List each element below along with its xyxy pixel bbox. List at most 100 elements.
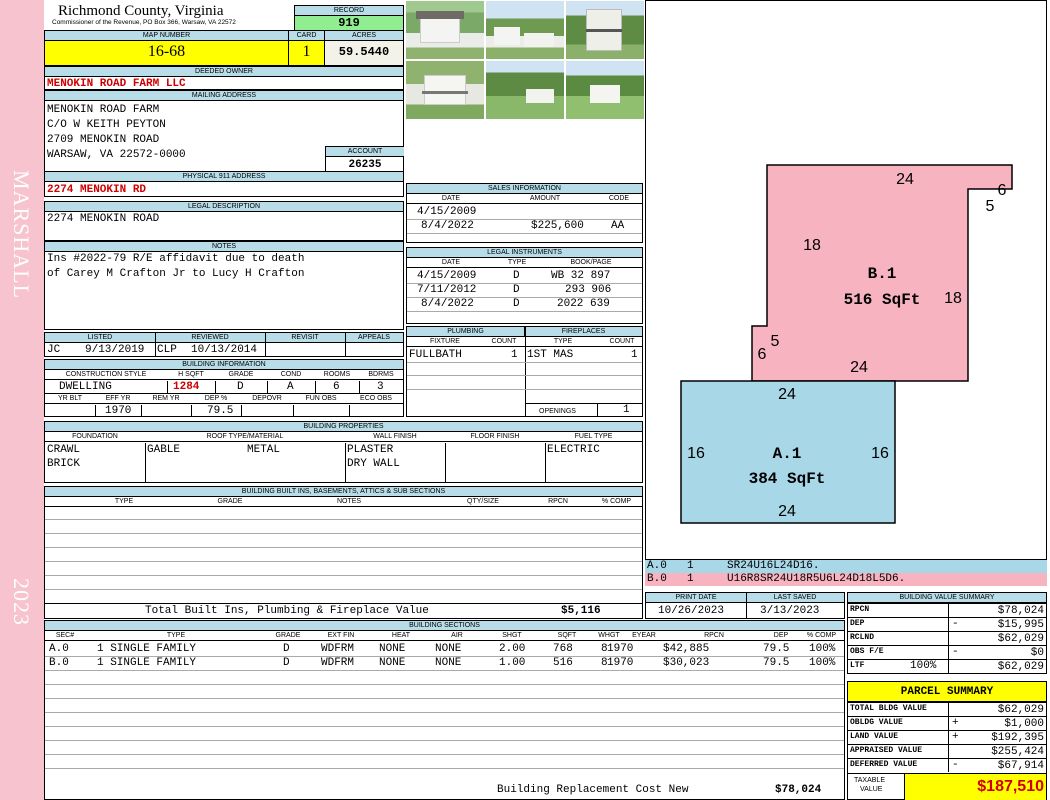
instruments-header: DATE TYPE BOOK/PAGE [407, 258, 642, 268]
fireplace-count: 1 [631, 349, 638, 361]
mailing-address-label: MAILING ADDRESS [45, 91, 403, 101]
section-air: NONE [435, 657, 462, 669]
built-ins-total-value: $5,116 [561, 605, 601, 617]
house-photo-3[interactable] [566, 1, 644, 59]
section-grade: D [283, 643, 290, 655]
county-header: Richmond County, Virginia Commissioner o… [44, 0, 294, 30]
sales-amount: $225,600 [531, 220, 584, 232]
fireplace-type: 1ST MAS [527, 349, 574, 361]
section-rpcn: $30,023 [663, 657, 710, 669]
bldg-col: BDRMS [368, 371, 394, 378]
review-col: REVIEWED [191, 334, 229, 341]
section-type: 1 SINGLE FAMILY [97, 657, 197, 669]
building-sections-label: BUILDING SECTIONS [45, 621, 844, 631]
parcel-row: DEFERRED VALUE - $67,914 [848, 758, 1046, 772]
deeded-owner: MENOKIN ROAD FARM LLC [47, 78, 186, 90]
mailing-line: WARSAW, VA 22572-0000 [47, 149, 186, 161]
bldg-col: GRADE [228, 371, 254, 378]
built-ins-total: Total Built Ins, Plumbing & Fireplace Va… [45, 603, 642, 618]
mailing-address-box: MAILING ADDRESS MENOKIN ROAD FARM C/O W … [44, 90, 404, 172]
roof-type: GABLE [147, 444, 181, 456]
section-sec: A.0 [49, 643, 69, 655]
section-col: AIR [451, 632, 463, 639]
print-dates: PRINT DATE LAST SAVED 10/26/2023 3/13/20… [645, 592, 845, 619]
openings-count: 1 [623, 404, 630, 416]
legal-description-label: LEGAL DESCRIPTION [45, 202, 403, 212]
parcel-value: $192,395 [991, 732, 1044, 744]
sales-col: DATE [441, 195, 461, 202]
last-saved-label: LAST SAVED [773, 594, 817, 601]
construction-style: DWELLING [59, 381, 112, 393]
mailing-line: 2709 MENOKIN ROAD [47, 134, 160, 146]
section-col: WHGT [598, 632, 620, 639]
house-photo-5[interactable] [486, 61, 564, 119]
builtin-col: GRADE [217, 498, 243, 505]
sketch-dim: 24 [778, 386, 796, 403]
section-col: TYPE [166, 632, 186, 639]
bvs-key: DEP [850, 619, 865, 628]
reviewed-date: 10/13/2014 [191, 344, 258, 356]
section-shgt: 1.00 [499, 657, 526, 669]
house-photo-1[interactable] [406, 1, 484, 59]
notes-line: of Carey M Crafton Jr to Lucy H Crafton [47, 268, 305, 280]
building-sketch: 24 6 5 18 18 5 6 24 B.1 516 SqFt 24 16 1… [645, 0, 1047, 560]
house-photo-6[interactable] [566, 61, 644, 119]
section-col: % COMP [806, 632, 837, 639]
card-cell: CARD 1 [289, 31, 325, 65]
record-box: RECORD 919 [294, 5, 404, 30]
effective-year: 1970 [105, 405, 132, 417]
plumbing-fixture: FULLBATH [409, 349, 462, 361]
instruments-col: TYPE [507, 259, 527, 266]
district-label: MARSHALL [9, 170, 34, 300]
prop-col: ROOF TYPE/MATERIAL [206, 433, 284, 440]
section-eyear: 1970 [607, 643, 634, 655]
house-photo-4[interactable] [406, 61, 484, 119]
building-value-summary: BUILDING VALUE SUMMARY RPCN $78,024 DEP - $1… [847, 592, 1047, 674]
side-banner: MARSHALL 2023 [0, 0, 44, 800]
sales-date: 8/4/2022 [421, 220, 474, 232]
reviewed-by: CLP [157, 344, 177, 356]
instrument-type: D [513, 284, 520, 296]
heated-sqft: 1284 [173, 381, 200, 393]
review-col: APPEALS [358, 334, 390, 341]
wall-finish: DRY WALL [347, 458, 400, 470]
bldg-col: EFF YR [105, 395, 131, 402]
parcel-row: OBLDG VALUE + $1,000 [848, 716, 1046, 730]
building-properties-label: BUILDING PROPERTIES [45, 422, 642, 432]
map-number-cell: MAP NUMBER 16-68 [45, 31, 289, 65]
parcel-key: TOTAL BLDG VALUE [850, 704, 927, 713]
rooms: 6 [333, 381, 340, 393]
sketch-code-text: SR24U16L24D16. [727, 560, 820, 572]
physical-address-box: PHYSICAL 911 ADDRESS 2274 MENOKIN RD [44, 171, 404, 197]
section-ext: WDFRM [321, 657, 355, 669]
sales-date: 4/15/2009 [417, 206, 477, 218]
builtin-col: QTY/SIZE [467, 498, 499, 505]
plumbing-col: COUNT [491, 338, 517, 345]
parcel-key: APPRAISED VALUE [850, 746, 923, 755]
listed-by: JC [47, 344, 61, 356]
review-col: LISTED [87, 334, 113, 341]
section-sqft: 516 [553, 657, 573, 669]
section-col: EYEAR [632, 632, 656, 639]
house-photo-2[interactable] [486, 1, 564, 59]
sales-information: SALES INFORMATION DATE AMOUNT CODE 4/15/… [406, 183, 643, 243]
roof-material: METAL [247, 444, 281, 456]
sales-col: AMOUNT [529, 195, 561, 202]
sketch-code-n: 1 [687, 560, 694, 572]
section-col: EXT FIN [327, 632, 355, 639]
depreciation: 79.5 [207, 405, 234, 417]
acres-value: 59.5440 [338, 45, 390, 59]
bvs-key: OBS F/E [850, 647, 884, 656]
sketch-dim: 6 [758, 346, 767, 363]
section-rpcn: $42,885 [663, 643, 710, 655]
foundation: BRICK [47, 458, 81, 470]
physical-address-label: PHYSICAL 911 ADDRESS [45, 172, 403, 182]
building-info-header-2: YR BLT EFF YR REM YR DEP % DEPOVR FUN OB… [45, 394, 403, 404]
bvs-key: RPCN [850, 605, 870, 614]
review-box: LISTED REVIEWED REVISIT APPEALS JC 9/13/… [44, 332, 404, 357]
sketch-code-sec: A.0 [647, 560, 667, 572]
bvs-value: $62,029 [997, 633, 1044, 645]
section-col: DEP [773, 632, 789, 639]
builtin-col: NOTES [336, 498, 362, 505]
parcel-value: $255,424 [991, 746, 1044, 758]
